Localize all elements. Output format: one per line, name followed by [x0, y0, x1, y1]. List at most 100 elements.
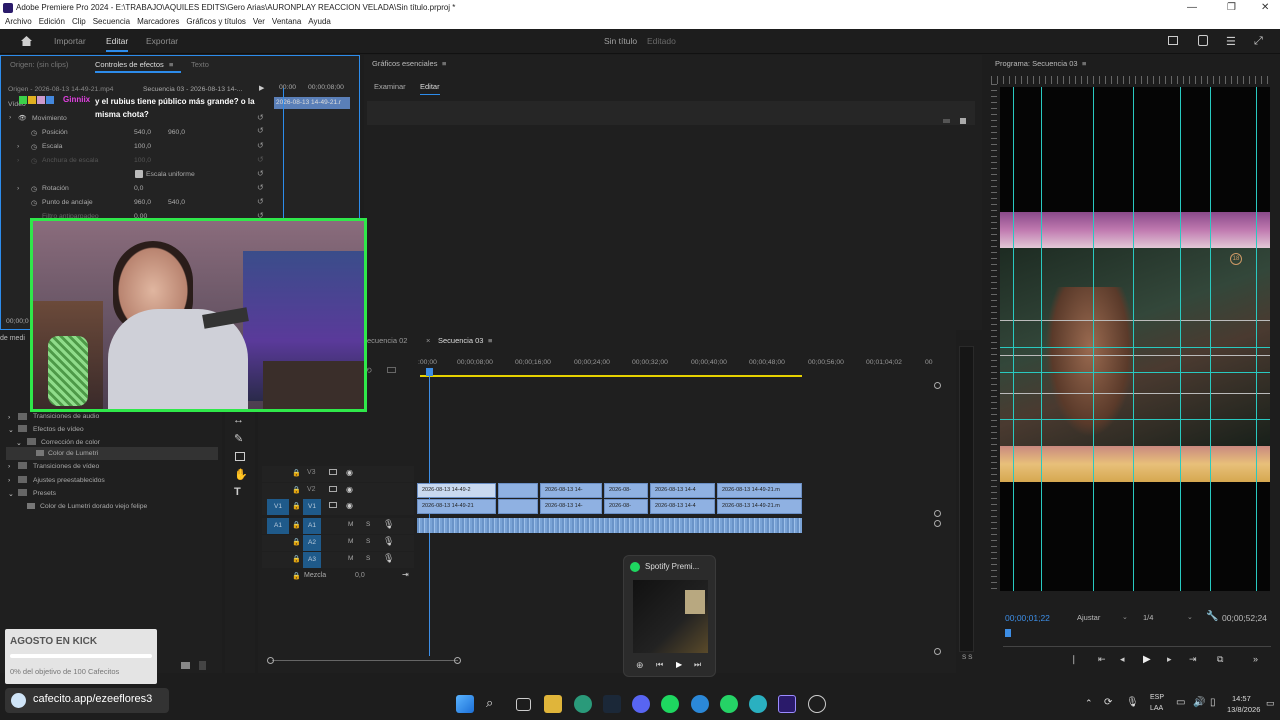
new-layer-icon[interactable] — [943, 119, 950, 123]
quality-chevron-down-icon[interactable]: ⌄ — [1187, 613, 1193, 621]
reset-icon[interactable]: ↺ — [257, 197, 264, 206]
prop-escala-value[interactable]: 100,0 — [134, 143, 151, 150]
sync-icon[interactable] — [329, 486, 337, 492]
lock-icon[interactable]: 🔒 — [292, 572, 301, 580]
lock-icon[interactable]: 🔒 — [292, 555, 301, 563]
minimize-button[interactable]: — — [1187, 0, 1197, 15]
prop-posicion-y[interactable]: 960,0 — [168, 129, 185, 136]
type-tool-icon[interactable]: T — [234, 486, 241, 498]
language-code[interactable]: ESP — [1150, 694, 1164, 701]
insert-icon[interactable]: ⧉ — [1217, 654, 1223, 665]
clip-v2[interactable] — [498, 483, 538, 498]
mute-button[interactable]: M — [348, 555, 353, 562]
tab-examinar[interactable]: Examinar — [374, 78, 406, 96]
eye-icon[interactable]: ◉ — [346, 468, 353, 477]
menu-marcadores[interactable]: Marcadores — [137, 17, 179, 26]
work-area-bar[interactable] — [420, 375, 802, 377]
expand-icon[interactable]: › — [8, 477, 10, 484]
task-view-icon[interactable] — [516, 698, 531, 711]
search-icon[interactable]: ⌕ — [486, 695, 493, 711]
clip-v1[interactable] — [498, 499, 538, 514]
zoom-handle-left[interactable] — [267, 657, 274, 664]
lock-icon[interactable]: 🔒 — [292, 502, 301, 510]
network-icon[interactable]: ▭ — [1176, 697, 1185, 708]
reset-icon[interactable]: ↺ — [257, 169, 264, 178]
expand-icon[interactable]: › — [17, 185, 19, 192]
collapse-icon[interactable]: ⌄ — [16, 439, 22, 447]
menu-graficos[interactable]: Gráficos y títulos — [186, 17, 246, 26]
preset-lumetri-dorado[interactable]: Color de Lumetri dorado viejo felipe — [40, 503, 147, 510]
hand-tool-icon[interactable]: ✋ — [234, 468, 248, 481]
timeline-playhead-line[interactable] — [429, 376, 430, 656]
panel-menu-icon[interactable]: ≡ — [488, 332, 492, 350]
step-back-icon[interactable]: ◂ — [1120, 654, 1125, 665]
edge-icon[interactable] — [574, 695, 592, 713]
next-track-icon[interactable]: ⏭ — [694, 660, 701, 670]
ripple-edit-tool-icon[interactable]: ↔ — [233, 414, 244, 426]
expand-movimiento-icon[interactable]: › — [9, 114, 11, 121]
program-current-time[interactable]: 00;00;01;22 — [1005, 613, 1050, 623]
prop-anclaje-y[interactable]: 540,0 — [168, 199, 185, 206]
timeline-playhead-head[interactable] — [426, 368, 433, 376]
premiere-taskbar-icon[interactable] — [778, 695, 796, 713]
clip-v1[interactable]: 2026-08-13 14-49-21.m — [717, 499, 802, 514]
pen-tool-icon[interactable]: ✎ — [234, 432, 243, 445]
reset-icon[interactable]: ↺ — [257, 141, 264, 150]
notification-icon[interactable]: ▭ — [1266, 698, 1275, 709]
clip-a1-audio[interactable] — [417, 518, 802, 533]
solo-button[interactable]: S — [366, 538, 370, 545]
solo-button[interactable]: S — [366, 555, 370, 562]
tab-secuencia-03[interactable]: Secuencia 03 — [438, 332, 483, 350]
home-icon[interactable] — [20, 35, 33, 47]
bin-transiciones-video[interactable]: Transiciones de vídeo — [33, 463, 99, 470]
scroll-handle[interactable] — [934, 510, 941, 517]
fullscreen-icon[interactable]: ⤢ — [1254, 35, 1263, 48]
prop-posicion-x[interactable]: 540,0 — [134, 129, 151, 136]
track-a2-label[interactable]: A2 — [303, 535, 321, 551]
clip-v1[interactable]: 2026-08-13 14- — [540, 499, 602, 514]
maximize-button[interactable]: ❐ — [1227, 0, 1236, 15]
program-scrub-bar[interactable] — [1003, 633, 1271, 647]
microphone-icon[interactable]: 🎙 — [383, 519, 394, 530]
effects-timecode[interactable]: 00;00;0 — [6, 318, 29, 325]
scroll-handle[interactable] — [934, 520, 941, 527]
reset-icon[interactable]: ↺ — [257, 126, 264, 135]
clip-v2[interactable]: 2026-08-13 14-49-2 — [417, 483, 496, 498]
collapse-icon[interactable]: ⌄ — [8, 490, 14, 498]
tray-chevron-up-icon[interactable]: ⌃ — [1085, 698, 1093, 709]
volume-icon[interactable]: 🔊 — [1193, 697, 1205, 708]
wrench-icon[interactable]: 🔧 — [1206, 611, 1218, 622]
progress-icon[interactable] — [1198, 35, 1208, 46]
stopwatch-icon[interactable]: ◷ — [31, 129, 37, 137]
file-explorer-icon[interactable] — [544, 695, 562, 713]
clip-v2[interactable]: 2026-08- — [604, 483, 648, 498]
step-forward-icon[interactable]: ▸ — [1167, 654, 1172, 665]
close-button[interactable]: ✕ — [1261, 0, 1269, 15]
track-v1-label[interactable]: V1 — [303, 499, 321, 515]
prop-anclaje-x[interactable]: 960,0 — [134, 199, 151, 206]
clip-v2[interactable]: 2026-08-13 14- — [540, 483, 602, 498]
previous-track-icon[interactable]: ⏮ — [656, 660, 663, 670]
clip-v2[interactable]: 2026-08-13 14-49-21.m — [717, 483, 802, 498]
windows-start-icon[interactable] — [456, 695, 474, 713]
prop-rotacion-value[interactable]: 0,0 — [134, 185, 143, 192]
source-v1-patch[interactable]: V1 — [267, 499, 289, 515]
tray-mic-icon[interactable]: 🎙 — [1126, 697, 1139, 708]
reset-icon[interactable]: ↺ — [257, 183, 264, 192]
clip-v1[interactable]: 2026-08-13 14-4 — [650, 499, 715, 514]
sync-icon[interactable] — [329, 469, 337, 475]
menu-ver[interactable]: Ver — [253, 17, 265, 26]
edge-dev-icon[interactable] — [749, 695, 767, 713]
bin-ajustes-preestablecidos[interactable]: Ajustes preestablecidos — [33, 477, 105, 484]
quick-export-icon[interactable] — [1168, 36, 1178, 45]
clip-v2[interactable]: 2026-08-13 14-4 — [650, 483, 715, 498]
marker-icon[interactable]: ❘ — [1070, 654, 1078, 665]
expand-icon[interactable]: › — [8, 414, 10, 421]
lock-icon[interactable]: 🔒 — [292, 538, 301, 546]
tab-exportar[interactable]: Exportar — [146, 29, 178, 54]
add-icon[interactable]: ⊕ — [636, 660, 644, 671]
spotify-taskbar-icon[interactable] — [661, 695, 679, 713]
whatsapp-icon[interactable] — [720, 695, 738, 713]
expand-icon[interactable]: › — [8, 463, 10, 470]
fit-chevron-down-icon[interactable]: ⌄ — [1122, 613, 1128, 621]
